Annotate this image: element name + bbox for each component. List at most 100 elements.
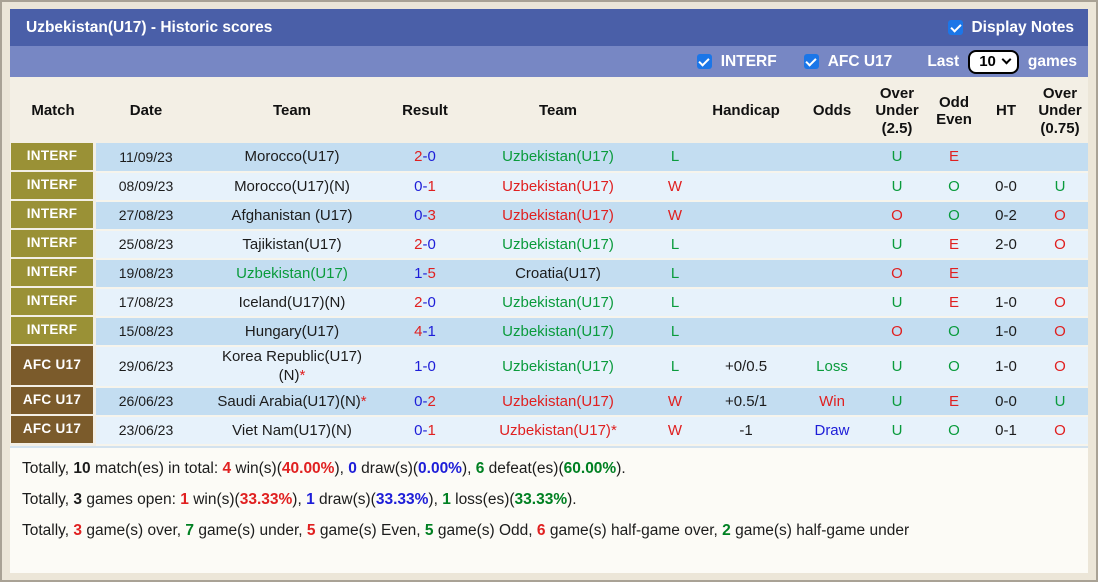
text-segment: L [670, 322, 680, 340]
cell-ht: 0-1 [982, 415, 1030, 446]
text-segment: 4 [222, 459, 232, 477]
text-segment: draw(s)( [356, 459, 419, 477]
cell-handicap: +0/0.5 [696, 345, 796, 388]
text-segment: E [948, 392, 959, 410]
cell-ht: 0-0 [982, 386, 1030, 417]
text-segment: 0.00% [418, 459, 462, 477]
text-segment: O [1054, 235, 1066, 253]
interf-label: INTERF [720, 52, 777, 70]
cell-away-team: Uzbekistan(U17) [462, 386, 654, 417]
cell-odd-even: E [926, 258, 982, 289]
cell-handicap [696, 142, 796, 173]
cell-home-team: Korea Republic(U17) (N)* [196, 345, 388, 388]
text-segment: O [948, 206, 960, 224]
last-label: Last [927, 52, 960, 70]
text-segment: 1 [442, 490, 451, 508]
historic-scores-table: Match Date Team Result Team Handicap Odds Over … [10, 77, 1088, 446]
text-segment: E [948, 148, 959, 165]
text-segment: 0 [348, 459, 357, 477]
text-segment: E [948, 264, 959, 282]
col-header-date: Date [129, 102, 163, 120]
text-segment: U [1054, 392, 1066, 410]
text-segment: U [891, 421, 903, 439]
cell-match: INTERF [10, 171, 96, 201]
league-badge: INTERF [11, 258, 93, 286]
text-segment: Loss [816, 357, 848, 375]
text-segment: ), [334, 459, 349, 477]
cell-match: INTERF [10, 287, 96, 317]
text-segment: * [299, 367, 306, 385]
league-badge: AFC U17 [11, 345, 93, 385]
table-row: AFC U17 26/06/23 Saudi Arabia(U17)(N)* 0-2 U… [10, 386, 1088, 417]
cell-win-loss: L [654, 287, 696, 318]
cell-odd-even: E [926, 386, 982, 417]
text-segment: -1 [422, 322, 436, 340]
cell-match: AFC U17 [10, 386, 96, 416]
text-segment: L [670, 357, 680, 375]
cell-odds [796, 229, 868, 260]
col-header-team2: Team [538, 102, 578, 120]
text-segment: 1-0 [414, 357, 436, 375]
cell-match: INTERF [10, 142, 96, 172]
col-header-ou075: Over Under (0.75) [1038, 85, 1082, 137]
text-segment: L [670, 293, 680, 311]
text-segment: U [891, 235, 903, 253]
cell-match: INTERF [10, 258, 96, 288]
cell-over-under-25: U [868, 386, 926, 417]
cell-win-loss: W [654, 415, 696, 446]
text-segment: 1 [306, 490, 315, 508]
display-notes-label: Display Notes [971, 18, 1074, 36]
text-segment: * [360, 392, 367, 410]
text-segment: W [667, 392, 683, 410]
cell-result: 0-1 [388, 171, 462, 202]
cell-odds: Loss [796, 345, 868, 388]
cell-odd-even: O [926, 345, 982, 388]
text-segment: 2 [427, 392, 436, 410]
text-segment: ). [567, 490, 577, 508]
cell-away-team: Uzbekistan(U17) [462, 171, 654, 202]
text-segment: Totally, [22, 459, 74, 477]
table-row: INTERF 15/08/23 Hungary(U17) 4-1 Uzbekistan(… [10, 316, 1088, 347]
cell-home-team: Iceland(U17)(N) [196, 287, 388, 318]
games-label: games [1027, 52, 1077, 70]
cell-away-team: Uzbekistan(U17) [462, 316, 654, 347]
cell-win-loss: L [654, 258, 696, 289]
col-header-team1: Team [272, 102, 312, 120]
text-segment: game(s) half-game under [730, 521, 910, 539]
text-segment: O [891, 206, 903, 224]
cell-over-under-25: O [868, 200, 926, 231]
cell-over-under-075: O [1030, 200, 1088, 231]
interf-checkbox[interactable] [696, 54, 712, 69]
col-header-match: Match [31, 102, 75, 120]
cell-handicap [696, 316, 796, 347]
last-games-select[interactable]: 10 [968, 49, 1019, 74]
text-segment: -0 [422, 148, 436, 165]
cell-result: 0-3 [388, 200, 462, 231]
last-games-value: 10 [979, 53, 996, 70]
cell-handicap: +0.5/1 [696, 386, 796, 417]
afc-u17-checkbox[interactable] [803, 54, 819, 69]
cell-match: INTERF [10, 229, 96, 259]
table-row: INTERF 19/08/23 Uzbekistan(U17) 1-5 Croatia(… [10, 258, 1088, 289]
cell-odds: Win [796, 386, 868, 417]
text-segment: win(s)( [231, 459, 282, 477]
cell-home-team: Afghanistan (U17) [196, 200, 388, 231]
cell-win-loss: L [654, 229, 696, 260]
text-segment: 3 [73, 490, 83, 508]
cell-over-under-075 [1030, 142, 1088, 173]
text-segment: Totally, [22, 490, 74, 508]
text-segment: U [891, 392, 903, 410]
cell-over-under-25: U [868, 287, 926, 318]
text-segment: games open: [82, 490, 181, 508]
table-row: INTERF 27/08/23 Afghanistan (U17) 0-3 Uzbeki… [10, 200, 1088, 231]
cell-result: 1-0 [388, 345, 462, 388]
col-header-wl [654, 77, 696, 143]
text-segment: 1- [414, 264, 428, 282]
text-segment: -0 [422, 235, 436, 253]
display-notes-checkbox[interactable] [948, 20, 964, 35]
cell-result: 2-0 [388, 229, 462, 260]
cell-handicap [696, 229, 796, 260]
cell-ht: 0-2 [982, 200, 1030, 231]
league-badge: AFC U17 [11, 415, 93, 443]
text-segment: W [667, 421, 683, 439]
